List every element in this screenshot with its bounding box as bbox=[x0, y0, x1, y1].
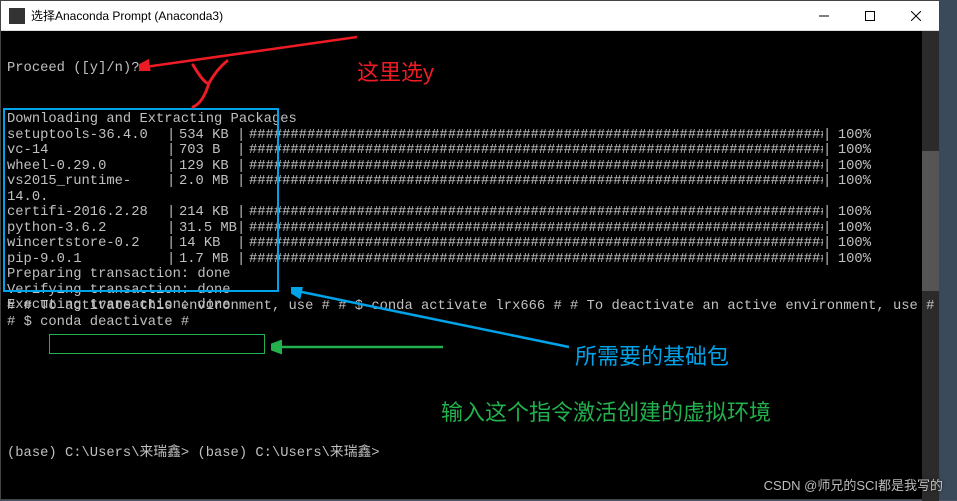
pkg-progress-bar: ########################################… bbox=[249, 205, 823, 221]
package-row: setuptools-36.4.0|534 KB|###############… bbox=[7, 128, 927, 144]
pkg-name: certifi-2016.2.28 bbox=[7, 205, 167, 221]
green-arrow bbox=[271, 339, 445, 355]
watermark: CSDN @师兄的SCI都是我写的 bbox=[764, 475, 943, 494]
pkg-size: 14 KB bbox=[179, 236, 237, 252]
activate-cmd: $ conda activate lrx666 bbox=[355, 299, 545, 314]
prompt-block: (base) C:\Users\来瑞鑫> (base) C:\Users\来瑞鑫… bbox=[7, 446, 380, 462]
hash-line: # bbox=[553, 299, 561, 314]
pkg-percent: 100% bbox=[835, 252, 871, 268]
hints-block: # # To activate this environment, use # … bbox=[7, 299, 939, 331]
title-bar: 选择Anaconda Prompt (Anaconda3) bbox=[1, 1, 939, 31]
pkg-progress-bar: ########################################… bbox=[249, 159, 823, 175]
activate-hint: # To activate this environment, use bbox=[24, 299, 314, 314]
blue-annotation-text: 所需要的基础包 bbox=[575, 339, 729, 371]
pkg-percent: 100% bbox=[835, 236, 871, 252]
window-title: 选择Anaconda Prompt (Anaconda3) bbox=[31, 7, 223, 24]
hash-line: # bbox=[926, 299, 934, 314]
proceed-prompt: Proceed ([y]/n)? bbox=[7, 61, 139, 76]
red-handwritten-y bbox=[187, 59, 237, 109]
pkg-progress-bar: ########################################… bbox=[249, 174, 823, 205]
maximize-button[interactable] bbox=[847, 1, 893, 30]
package-row: certifi-2016.2.28|214 KB|###############… bbox=[7, 205, 927, 221]
package-row: pip-9.0.1|1.7 MB|#######################… bbox=[7, 252, 927, 268]
pkg-progress-bar: ########################################… bbox=[249, 236, 823, 252]
pkg-percent: 100% bbox=[835, 205, 871, 221]
close-button[interactable] bbox=[893, 1, 939, 30]
pkg-progress-bar: ########################################… bbox=[249, 221, 823, 237]
hash-line: # bbox=[7, 299, 15, 314]
pkg-name: setuptools-36.4.0 bbox=[7, 128, 167, 144]
pkg-size: 31.5 MB bbox=[179, 221, 237, 237]
right-decor bbox=[940, 0, 957, 500]
package-row: vs2015_runtime-14.0.|2.0 MB|############… bbox=[7, 174, 927, 205]
pkg-progress-bar: ########################################… bbox=[249, 252, 823, 268]
pkg-size: 214 KB bbox=[179, 205, 237, 221]
red-annotation-text: 这里选y bbox=[357, 55, 434, 87]
pkg-name: wheel-0.29.0 bbox=[7, 159, 167, 175]
pkg-name: pip-9.0.1 bbox=[7, 252, 167, 268]
pkg-size: 2.0 MB bbox=[179, 174, 237, 205]
verifying-line: Verifying transaction: done bbox=[7, 283, 927, 299]
app-icon bbox=[9, 8, 25, 24]
package-row: python-3.6.2|31.5 MB|###################… bbox=[7, 221, 927, 237]
pkg-size: 703 B bbox=[179, 143, 237, 159]
package-row: vc-14|703 B|############################… bbox=[7, 143, 927, 159]
pkg-progress-bar: ########################################… bbox=[249, 128, 823, 144]
hash-line: # bbox=[181, 315, 189, 330]
pkg-percent: 100% bbox=[835, 159, 871, 175]
pkg-size: 129 KB bbox=[179, 159, 237, 175]
prompt-line[interactable]: (base) C:\Users\来瑞鑫> bbox=[7, 446, 189, 461]
pkg-name: vc-14 bbox=[7, 143, 167, 159]
deactivate-cmd: $ conda deactivate bbox=[24, 315, 173, 330]
terminal-window: 选择Anaconda Prompt (Anaconda3) Proceed ([… bbox=[0, 0, 940, 500]
deactivate-hint: # To deactivate an active environment, u… bbox=[570, 299, 918, 314]
hash-line: # bbox=[322, 299, 330, 314]
downloading-header: Downloading and Extracting Packages bbox=[7, 112, 927, 128]
pkg-name: python-3.6.2 bbox=[7, 221, 167, 237]
prompt-line[interactable]: (base) C:\Users\来瑞鑫> bbox=[197, 446, 379, 461]
pkg-percent: 100% bbox=[835, 174, 871, 205]
package-row: wheel-0.29.0|129 KB|####################… bbox=[7, 159, 927, 175]
red-arrow bbox=[139, 35, 359, 71]
pkg-percent: 100% bbox=[835, 221, 871, 237]
pkg-name: vs2015_runtime-14.0. bbox=[7, 174, 167, 205]
download-output: Downloading and Extracting Packages setu… bbox=[7, 112, 927, 314]
green-highlight-box bbox=[49, 334, 265, 354]
pkg-percent: 100% bbox=[835, 143, 871, 159]
preparing-line: Preparing transaction: done bbox=[7, 267, 927, 283]
pkg-progress-bar: ########################################… bbox=[249, 143, 823, 159]
pkg-percent: 100% bbox=[835, 128, 871, 144]
pkg-name: wincertstore-0.2 bbox=[7, 236, 167, 252]
pkg-size: 534 KB bbox=[179, 128, 237, 144]
pkg-size: 1.7 MB bbox=[179, 252, 237, 268]
package-row: wincertstore-0.2|14 KB|#################… bbox=[7, 236, 927, 252]
green-annotation-text: 输入这个指令激活创建的虚拟环境 bbox=[441, 395, 771, 427]
minimize-button[interactable] bbox=[801, 1, 847, 30]
